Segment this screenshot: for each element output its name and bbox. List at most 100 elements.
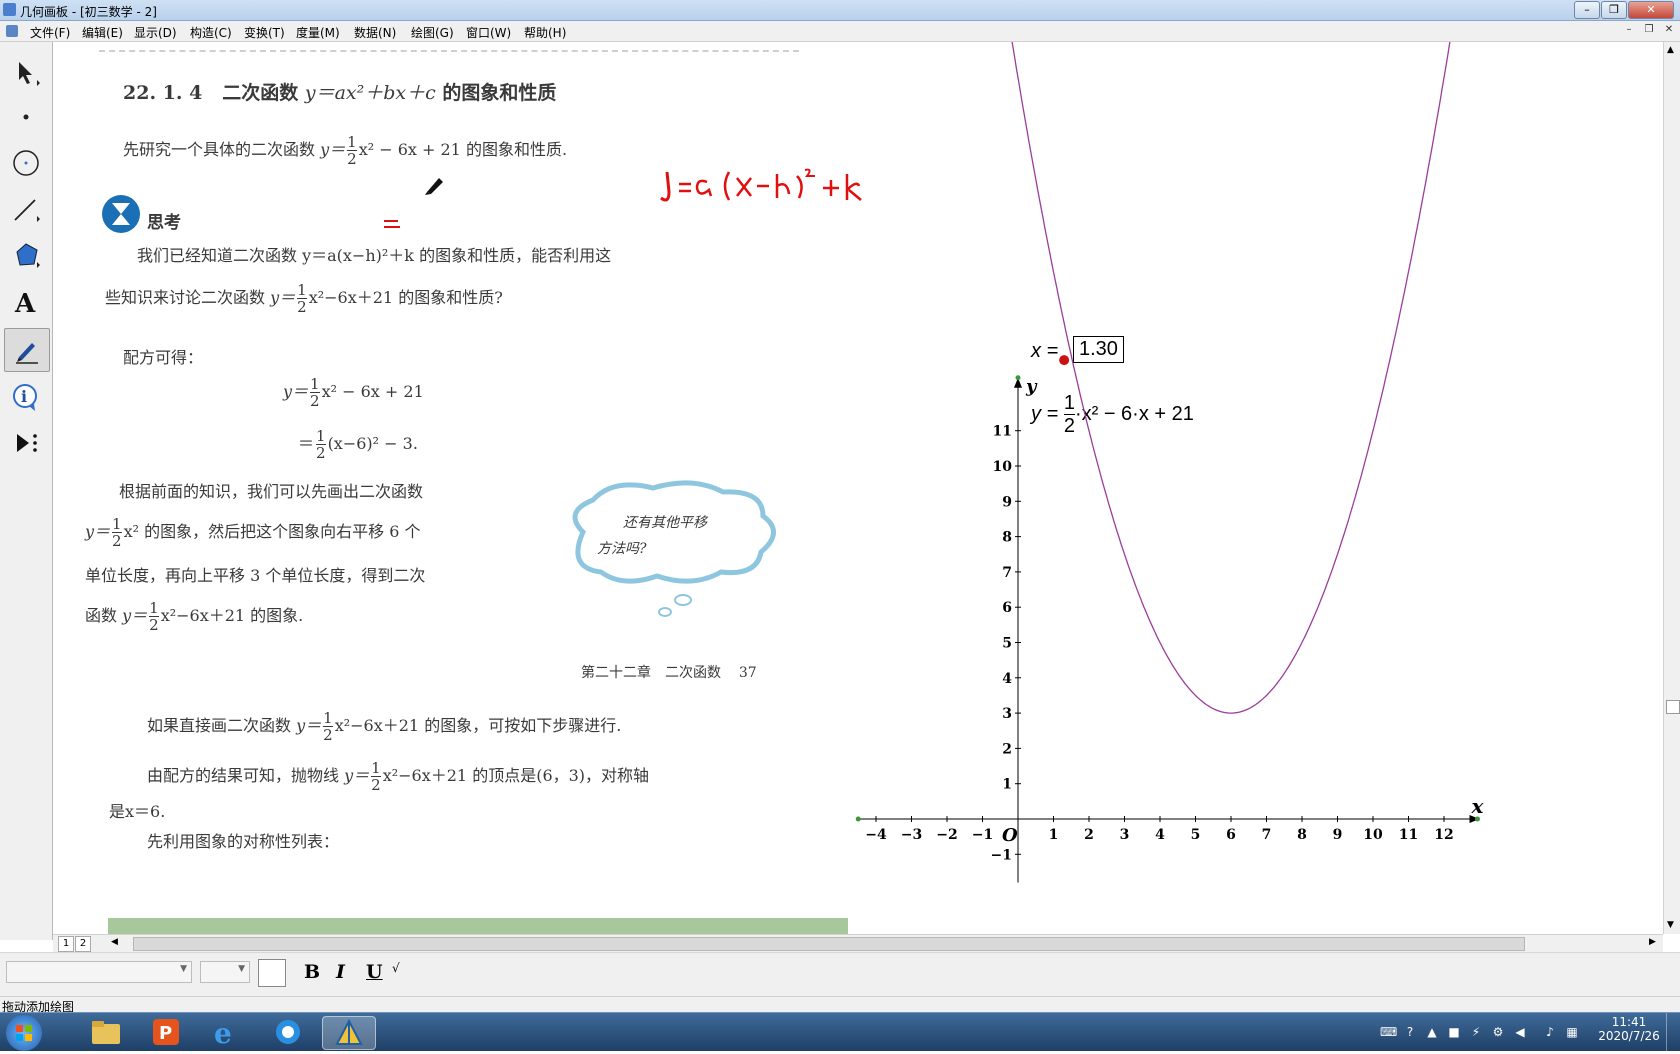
close-button[interactable]: ✕: [1628, 1, 1674, 19]
x-tick-label: −4: [865, 827, 887, 843]
chat-app-icon: [276, 1020, 300, 1044]
tool-icon[interactable]: ⚙: [1490, 1024, 1506, 1040]
taskbar-ie[interactable]: e: [200, 1016, 252, 1048]
window-title: 几何画板 - [初三数学 - 2]: [20, 5, 157, 19]
y-tick-label: 6: [1002, 600, 1012, 616]
menu-transform[interactable]: 变换(T): [244, 24, 285, 41]
scroll-left-icon[interactable]: ◀: [111, 937, 118, 947]
sketch-canvas[interactable]: 22. 1. 4 二次函数 y＝ax²＋bx＋c 的图象和性质 先研究一个具体的…: [53, 42, 1663, 934]
scroll-up-icon[interactable]: ▲: [1667, 45, 1674, 55]
start-button[interactable]: [6, 1015, 42, 1051]
minimize-button[interactable]: –: [1574, 1, 1600, 19]
parabola-curve[interactable]: [983, 42, 1485, 714]
scroll-right-icon[interactable]: ▶: [1649, 937, 1656, 947]
doc-icon[interactable]: [6, 25, 18, 37]
svg-text:P: P: [159, 1023, 172, 1044]
volume-icon[interactable]: ♪: [1542, 1024, 1558, 1040]
point-on-curve[interactable]: [1059, 355, 1070, 366]
math-format-button[interactable]: √: [392, 961, 400, 975]
mdi-close-button[interactable]: ✕: [1662, 24, 1676, 37]
line-tool[interactable]: [4, 188, 48, 230]
menu-construct[interactable]: 构造(C): [190, 24, 232, 41]
clock-time: 11:41: [1611, 1015, 1647, 1029]
vscroll-thumb[interactable]: [1666, 700, 1680, 714]
text-color-button[interactable]: [258, 959, 286, 987]
svg-text:A: A: [14, 289, 36, 316]
menu-bar: 文件(F) 编辑(E) 显示(D) 构造(C) 变换(T) 度量(M) 数据(N…: [0, 21, 1680, 42]
security-icon[interactable]: ■: [1446, 1024, 1462, 1040]
toolbox: A i: [0, 42, 53, 940]
underline-button[interactable]: U: [366, 961, 383, 983]
scroll-down-icon[interactable]: ▼: [1667, 920, 1674, 930]
x-tick-label: 4: [1155, 827, 1165, 843]
menu-measure[interactable]: 度量(M): [296, 24, 340, 41]
bold-button[interactable]: B: [304, 961, 320, 983]
hscroll-thumb[interactable]: [133, 937, 1525, 951]
taskbar-wps[interactable]: P: [140, 1016, 192, 1048]
x-tick-label: 6: [1226, 827, 1236, 843]
point-tool[interactable]: [4, 96, 48, 138]
menu-data[interactable]: 数据(N): [354, 24, 396, 41]
keyboard-icon[interactable]: ⌨: [1380, 1024, 1397, 1040]
dropdown-arrow-icon: ▼: [238, 964, 245, 974]
x-tick-label: 2: [1084, 827, 1094, 843]
taskbar-sketchpad[interactable]: [322, 1016, 376, 1050]
taskbar-app[interactable]: [262, 1016, 314, 1048]
point-icon: [23, 114, 29, 120]
clock[interactable]: 11:41 2020/7/26: [1594, 1015, 1664, 1043]
compass-tool[interactable]: [4, 142, 48, 184]
font-family-select[interactable]: ▼: [6, 961, 192, 983]
circle-icon: [13, 150, 39, 176]
vertical-scrollbar[interactable]: ▲ ▼: [1663, 42, 1680, 934]
x-axis-unit-handle: [1475, 816, 1480, 822]
x-tick-label: 12: [1434, 827, 1453, 843]
origin-label: O: [1002, 825, 1018, 846]
maximize-button[interactable]: ❐: [1601, 1, 1627, 19]
title-bar: 几何画板 - [初三数学 - 2] – ❐ ✕: [0, 0, 1680, 21]
italic-button[interactable]: I: [336, 961, 345, 983]
svg-text:e: e: [214, 1017, 232, 1047]
tray-expand-icon[interactable]: ▲: [1424, 1024, 1440, 1040]
show-desktop-button[interactable]: [1666, 1013, 1680, 1051]
info-tool[interactable]: i: [4, 376, 48, 418]
arrow-tray-icon[interactable]: ◀: [1512, 1024, 1528, 1040]
flash-icon[interactable]: ⚡: [1468, 1024, 1484, 1040]
x-tick-label: 7: [1262, 827, 1272, 843]
menu-file[interactable]: 文件(F): [30, 24, 70, 41]
mdi-minimize-button[interactable]: –: [1622, 24, 1636, 37]
clock-date: 2020/7/26: [1598, 1029, 1660, 1043]
menu-help[interactable]: 帮助(H): [524, 24, 566, 41]
app-icon: [3, 3, 16, 16]
arrow-tool[interactable]: [4, 52, 48, 94]
x-tick-label: −1: [972, 827, 993, 843]
menu-display[interactable]: 显示(D): [134, 24, 177, 41]
font-size-select[interactable]: ▼: [200, 961, 250, 983]
svg-text:i: i: [21, 387, 27, 406]
line-icon: [14, 199, 40, 222]
info-icon: i: [13, 384, 37, 411]
custom-tool[interactable]: [4, 422, 48, 464]
x-tick-label: −2: [936, 827, 957, 843]
page-tab-1[interactable]: 1: [58, 936, 74, 952]
y-tick-label: 1: [1002, 777, 1012, 793]
x-axis-handle: [855, 816, 861, 822]
y-tick-label: 10: [993, 459, 1013, 475]
menu-graph[interactable]: 绘图(G): [411, 24, 454, 41]
x-tick-label: 3: [1120, 827, 1130, 843]
y-axis-label: y: [1025, 376, 1038, 397]
taskbar-explorer[interactable]: [80, 1016, 132, 1048]
text-tool[interactable]: A: [4, 280, 48, 322]
marker-tool[interactable]: [4, 328, 50, 372]
y-tick-label: 5: [1002, 636, 1012, 652]
page-tab-2[interactable]: 2: [75, 936, 91, 952]
mdi-restore-button[interactable]: ❐: [1642, 24, 1656, 37]
help-icon[interactable]: ?: [1402, 1024, 1418, 1040]
network-icon[interactable]: ▦: [1564, 1024, 1580, 1040]
presentation-app-icon: P: [153, 1019, 179, 1045]
menu-edit[interactable]: 编辑(E): [82, 24, 123, 41]
coordinate-graph[interactable]: xyO −4 −3 −2 −1 1 2 3 4 5 6 7 8 9 10 11 12−112345678910…: [53, 42, 1663, 934]
polygon-tool[interactable]: [4, 234, 48, 276]
horizontal-scrollbar[interactable]: 1 2 ◀ ▶: [53, 934, 1663, 952]
menu-window[interactable]: 窗口(W): [466, 24, 511, 41]
x-tick-label: 1: [1049, 827, 1059, 843]
